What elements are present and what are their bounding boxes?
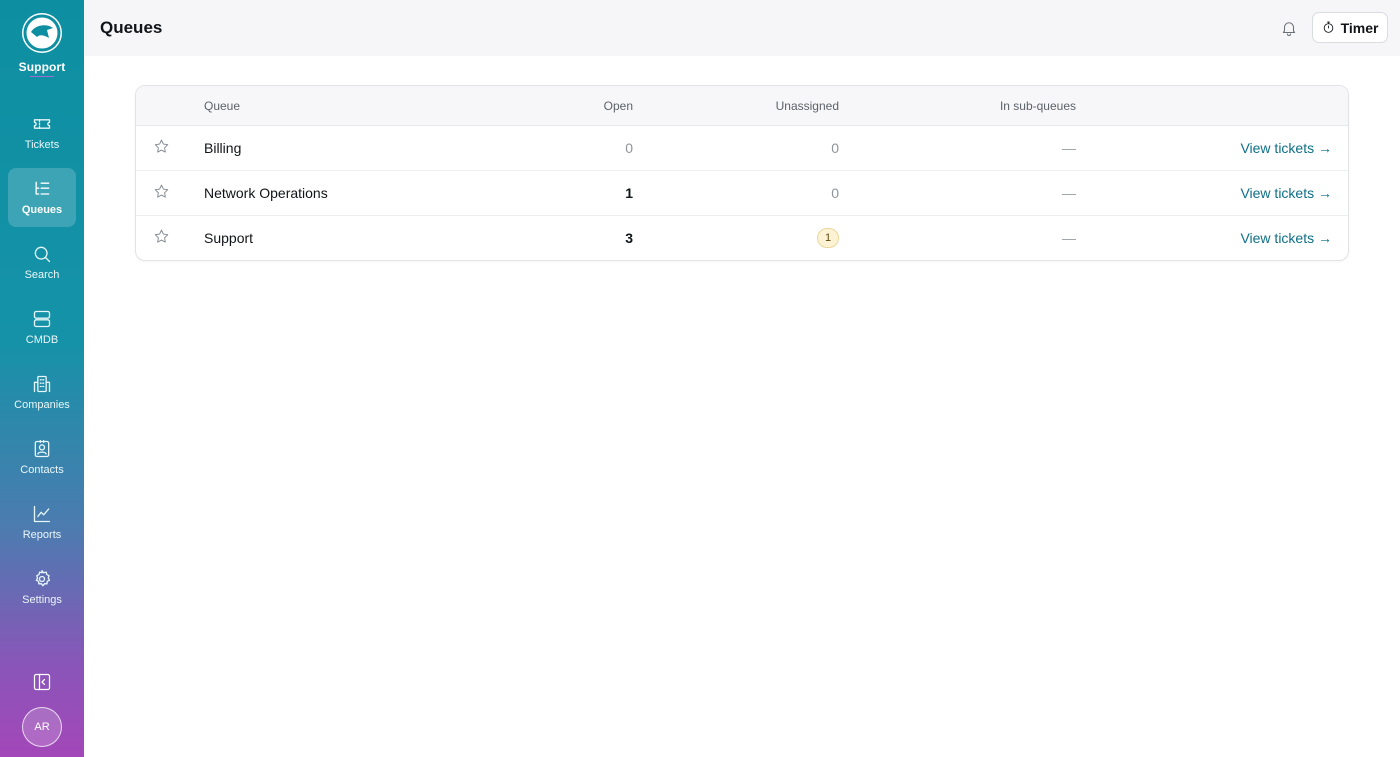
sidebar-item-search[interactable]: Search xyxy=(8,233,76,292)
queue-name[interactable]: Billing xyxy=(204,140,241,156)
queue-name[interactable]: Support xyxy=(204,230,253,246)
search-icon xyxy=(34,246,51,263)
sidebar-item-cmdb[interactable]: CMDB xyxy=(8,298,76,357)
column-header-open[interactable]: Open xyxy=(573,99,633,113)
unassigned-badge: 1 xyxy=(817,228,839,248)
unassigned-count: 0 xyxy=(831,185,839,201)
sidebar-item-label: CMDB xyxy=(25,334,59,346)
table-row[interactable]: Support 3 1 — View tickets → xyxy=(136,216,1348,260)
view-tickets-link[interactable]: View tickets → xyxy=(1240,230,1332,246)
sidebar-item-contacts[interactable]: Contacts xyxy=(8,428,76,487)
bell-icon xyxy=(1282,22,1296,36)
star-icon xyxy=(154,229,169,243)
contact-card-icon xyxy=(34,440,50,458)
queue-name[interactable]: Network Operations xyxy=(204,185,328,201)
sidebar-item-queues[interactable]: Queues xyxy=(8,168,76,227)
sidebar-item-label: Search xyxy=(24,269,60,281)
star-icon xyxy=(154,139,169,153)
sub-queues-value: — xyxy=(1062,230,1076,246)
favorite-star-button[interactable] xyxy=(153,138,171,156)
collapse-sidebar-button[interactable] xyxy=(32,672,52,692)
ticket-icon xyxy=(33,119,51,129)
sidebar-item-label: Companies xyxy=(14,399,70,411)
open-count: 0 xyxy=(625,140,633,156)
sidebar-item-label: Reports xyxy=(22,529,62,541)
stopwatch-icon xyxy=(1323,21,1333,33)
sub-queues-value: — xyxy=(1062,140,1076,156)
brand-underline xyxy=(29,71,54,77)
sub-queues-value: — xyxy=(1062,185,1076,201)
table-header: Queue Open Unassigned In sub-queues xyxy=(136,86,1348,126)
column-header-unassigned[interactable]: Unassigned xyxy=(729,99,839,113)
gear-icon xyxy=(35,570,51,587)
star-icon xyxy=(154,184,169,198)
column-header-queue[interactable]: Queue xyxy=(204,99,240,113)
sidebar-item-companies[interactable]: Companies xyxy=(8,363,76,422)
sidebar-collapse-icon xyxy=(33,673,51,691)
view-tickets-link[interactable]: View tickets → xyxy=(1240,185,1332,201)
column-header-sub-queues[interactable]: In sub-queues xyxy=(956,99,1076,113)
sidebar-item-tickets[interactable]: Tickets xyxy=(8,103,76,162)
favorite-star-button[interactable] xyxy=(153,183,171,201)
timer-button-label: Timer xyxy=(1340,19,1379,36)
timer-button[interactable]: Timer xyxy=(1312,12,1388,43)
unassigned-count: 1 xyxy=(779,228,839,248)
sidebar-item-label: Queues xyxy=(21,204,63,216)
sidebar-item-label: Tickets xyxy=(24,139,60,151)
sidebar-item-settings[interactable]: Settings xyxy=(8,558,76,617)
queue-list-icon xyxy=(35,181,50,195)
notifications-button[interactable] xyxy=(1280,19,1298,37)
sidebar-nav: Tickets Queues Search CMDB Companies Con… xyxy=(8,103,76,623)
sidebar-item-reports[interactable]: Reports xyxy=(8,493,76,552)
page-title: Queues xyxy=(100,18,163,37)
unassigned-count: 0 xyxy=(831,140,839,156)
brand-logo-icon xyxy=(21,13,62,53)
line-chart-icon xyxy=(33,505,51,523)
table-row[interactable]: Billing 0 0 — View tickets → xyxy=(136,126,1348,171)
view-tickets-link[interactable]: View tickets → xyxy=(1240,140,1332,156)
avatar[interactable]: AR xyxy=(22,707,62,747)
server-icon xyxy=(33,310,51,328)
sidebar-item-label: Settings xyxy=(22,594,62,606)
table-row[interactable]: Network Operations 1 0 — View tickets → xyxy=(136,171,1348,216)
sidebar-item-label: Contacts xyxy=(20,464,64,476)
building-icon xyxy=(33,375,51,393)
queues-table: Queue Open Unassigned In sub-queues Bill… xyxy=(135,85,1349,261)
favorite-star-button[interactable] xyxy=(153,228,171,246)
brand[interactable]: Support xyxy=(19,13,66,77)
top-header: Queues Timer xyxy=(84,0,1400,56)
open-count: 1 xyxy=(625,185,633,201)
open-count: 3 xyxy=(625,230,633,246)
sidebar: Support Tickets Queues Search CMDB Compa… xyxy=(0,0,84,757)
